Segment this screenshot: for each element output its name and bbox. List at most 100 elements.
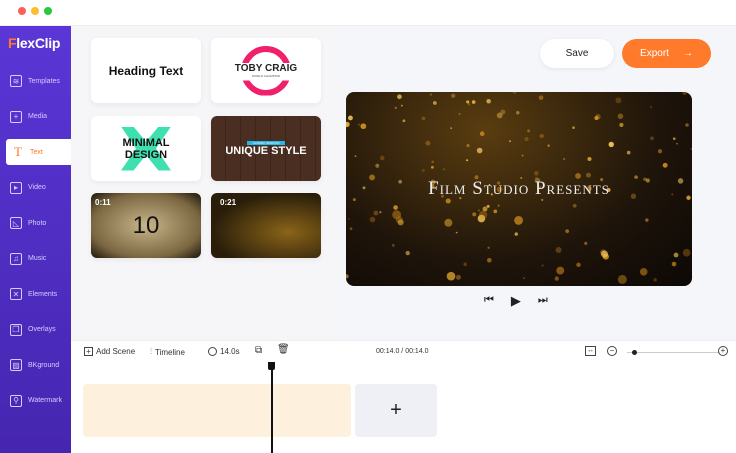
export-button[interactable]: Export → — [622, 39, 711, 68]
bokeh-dot — [476, 147, 483, 154]
bokeh-dot — [516, 111, 520, 115]
template-unique-style[interactable]: CLASSIC SMOOTH UNIQUE STYLE — [211, 116, 321, 181]
template-label: DESIGN — [124, 148, 168, 161]
bokeh-dot — [487, 246, 490, 249]
zoom-out-icon[interactable]: − — [607, 346, 617, 356]
shapes-icon: ✕ — [10, 288, 22, 300]
bokeh-dot — [373, 210, 379, 216]
bokeh-dot — [405, 250, 410, 256]
bokeh-dot — [393, 205, 398, 210]
sidebar-item-overlays[interactable]: ❐ Overlays — [0, 317, 71, 343]
bokeh-dot — [662, 162, 668, 168]
template-label: MINIMAL — [122, 136, 170, 149]
bokeh-dot — [425, 140, 431, 146]
sidebar-item-label: Text — [30, 148, 43, 156]
playhead[interactable] — [268, 362, 275, 453]
video-title-text: Film Studio Presents — [428, 178, 610, 199]
bokeh-dot — [565, 229, 570, 233]
zoom-in-icon[interactable]: + — [718, 346, 728, 356]
sidebar-item-video[interactable]: ▸ Video — [0, 175, 71, 201]
bokeh-dot — [472, 212, 477, 217]
bokeh-dot — [584, 241, 588, 245]
bokeh-dot — [639, 268, 648, 276]
video-preview: Film Studio Presents — [346, 92, 692, 286]
bokeh-dot — [650, 136, 654, 141]
bokeh-dot — [512, 92, 517, 94]
template-minimal-design[interactable]: MINIMAL DESIGN — [91, 116, 201, 181]
bokeh-dot — [676, 142, 678, 145]
template-film-countdown[interactable]: 0:11 10 — [91, 193, 201, 258]
close-window-button[interactable] — [18, 7, 26, 15]
bokeh-dot — [527, 129, 531, 133]
bokeh-dot — [554, 276, 559, 281]
save-button[interactable]: Save — [540, 39, 614, 68]
minimize-window-button[interactable] — [31, 7, 39, 15]
maximize-window-button[interactable] — [44, 7, 52, 15]
scene-clip[interactable] — [83, 384, 351, 437]
sidebar: FlexClip ≋ Templates + Media T Text ▸ Video ◺ Pho… — [0, 26, 71, 453]
bokeh-dot — [600, 250, 609, 258]
duplicate-icon[interactable]: ⧉ — [255, 345, 262, 356]
sidebar-item-media[interactable]: + Media — [0, 104, 71, 130]
zoom-slider[interactable] — [627, 350, 719, 355]
bokeh-dot — [555, 247, 562, 253]
sidebar-item-photo[interactable]: ◺ Photo — [0, 210, 71, 236]
bokeh-dot — [486, 204, 490, 208]
sidebar-item-label: Elements — [28, 290, 58, 298]
layers-icon: ≋ — [10, 75, 22, 87]
timeline: + — [71, 364, 736, 453]
bokeh-dot — [346, 121, 350, 128]
bokeh-dot — [572, 203, 577, 208]
sidebar-item-label: Watermark — [28, 397, 62, 404]
bokeh-dot — [482, 206, 488, 212]
bokeh-dot — [479, 131, 485, 137]
sidebar-item-watermark[interactable]: ⚲ Watermark — [0, 388, 71, 414]
bokeh-dot — [547, 144, 550, 147]
bokeh-dot — [572, 126, 575, 129]
bokeh-dot — [443, 168, 446, 170]
bokeh-dot — [392, 210, 402, 220]
bokeh-dot — [478, 210, 488, 220]
sidebar-item-templates[interactable]: ≋ Templates — [0, 68, 71, 94]
template-heading-text[interactable]: Heading Text — [91, 38, 201, 103]
add-scene-block[interactable]: + — [355, 384, 437, 437]
bokeh-dot — [394, 106, 397, 109]
trash-icon[interactable]: 🗑 — [277, 344, 290, 355]
sidebar-item-text[interactable]: T Text — [6, 139, 71, 165]
bokeh-dot — [455, 274, 461, 280]
bokeh-dot — [682, 92, 687, 95]
sidebar-item-music[interactable]: ♫ Music — [0, 246, 71, 272]
bokeh-dot — [431, 160, 435, 164]
sidebar-item-bkground[interactable]: ▨ BKground — [0, 352, 71, 378]
duration-display[interactable]: 14.0s — [208, 347, 240, 356]
add-scene-button[interactable]: + Add Scene — [84, 347, 135, 356]
timeline-button[interactable]: ⫶ Timeline — [150, 347, 185, 357]
bokeh-dot — [524, 137, 529, 142]
bokeh-dot — [379, 155, 385, 161]
skip-back-icon[interactable]: ⏮ — [484, 294, 494, 309]
play-icon[interactable]: ▶ — [511, 293, 521, 309]
timeline-toolbar: + Add Scene ⫶ Timeline 14.0s ⧉ 🗑 00:14.0 /… — [71, 340, 736, 364]
title-bar — [0, 0, 736, 26]
bokeh-dot — [466, 159, 469, 162]
bokeh-dot — [486, 98, 491, 104]
bokeh-dot — [347, 115, 353, 121]
bokeh-dot — [421, 168, 425, 173]
folder-plus-icon: + — [10, 110, 22, 123]
skip-forward-icon[interactable]: ⏭ — [538, 294, 548, 309]
bokeh-dot — [500, 109, 506, 115]
countdown-number: 10 — [132, 211, 160, 239]
video-icon: ▸ — [10, 181, 22, 194]
sidebar-item-elements[interactable]: ✕ Elements — [0, 281, 71, 307]
template-gold-particles[interactable]: 0:21 — [211, 193, 321, 258]
fit-icon[interactable]: ↔ — [585, 346, 596, 356]
bokeh-dot — [458, 112, 461, 115]
text-templates-panel: Heading Text TOBY CRAIG WORLD CHAMPION M… — [71, 26, 338, 340]
bokeh-dot — [466, 100, 470, 104]
bokeh-dot — [347, 218, 350, 220]
bokeh-dot — [369, 216, 376, 223]
template-sublabel: WORLD CHAMPION — [251, 74, 281, 78]
template-toby-craig[interactable]: TOBY CRAIG WORLD CHAMPION — [211, 38, 321, 103]
sidebar-item-label: Templates — [28, 77, 60, 85]
zoom-slider-knob[interactable] — [631, 350, 637, 355]
